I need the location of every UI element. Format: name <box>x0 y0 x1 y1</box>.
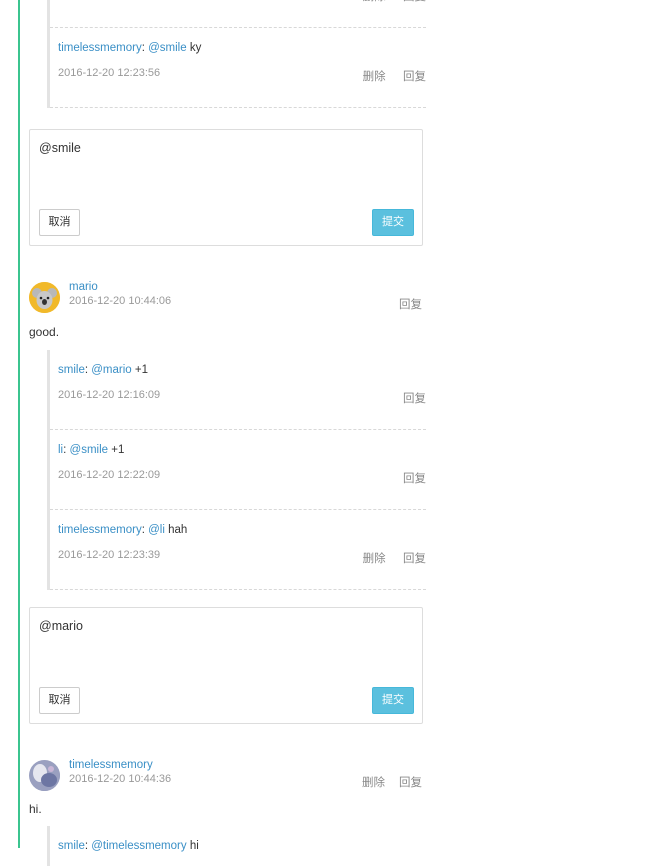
reply-item: timelessmemory: @smile ky 2016-12-20 12:… <box>50 28 426 108</box>
reply-item: smile: @timelessmemory hi <box>58 840 199 852</box>
reply-list: smile: @mario +1 2016-12-20 12:16:09 回复 … <box>47 350 426 590</box>
reply-mention[interactable]: @smile <box>148 42 187 54</box>
reply-list: smile: @timelessmemory hi <box>47 826 426 866</box>
reply-form: @smile 取消 提交 <box>29 129 423 246</box>
reply-time: 2016-12-20 12:16:09 <box>58 389 161 401</box>
delete-button[interactable]: 删除 <box>363 71 386 83</box>
submit-button[interactable]: 提交 <box>372 687 414 714</box>
reply-text: +1 <box>134 364 148 376</box>
delete-button[interactable]: 删除 <box>363 0 386 3</box>
reply-form: @mario 取消 提交 <box>29 607 423 724</box>
delete-button[interactable]: 删除 <box>362 774 385 790</box>
reply-author[interactable]: timelessmemory <box>58 42 142 54</box>
reply-time: 2016-12-20 12:23:39 <box>58 549 161 561</box>
reply-button[interactable]: 回复 <box>399 774 422 790</box>
reply-item: 删除 回复 <box>50 0 426 28</box>
reply-button[interactable]: 回复 <box>399 296 422 312</box>
reply-text: hah <box>168 524 188 536</box>
avatar[interactable] <box>29 282 60 313</box>
reply-button[interactable]: 回复 <box>403 0 426 3</box>
submit-button[interactable]: 提交 <box>372 209 414 236</box>
reply-list: 删除 回复 timelessmemory: @smile ky 2016-12-… <box>47 0 426 108</box>
reply-button[interactable]: 回复 <box>403 473 426 485</box>
koala-avatar-icon <box>29 282 60 313</box>
reply-text: +1 <box>111 444 125 456</box>
reply-button[interactable]: 回复 <box>403 553 426 565</box>
reply-time: 2016-12-20 12:22:09 <box>58 469 161 481</box>
reply-button[interactable]: 回复 <box>403 393 426 405</box>
reply-textarea[interactable]: @smile <box>39 141 81 155</box>
reply-text: ky <box>189 42 202 54</box>
reply-mention[interactable]: @smile <box>70 444 109 456</box>
reply-mention[interactable]: @timelessmemory <box>91 840 186 852</box>
reply-item: timelessmemory: @li hah 2016-12-20 12:23… <box>50 510 426 590</box>
delete-button[interactable]: 删除 <box>363 553 386 565</box>
reply-mention[interactable]: @mario <box>91 364 131 376</box>
photo-avatar-icon <box>29 760 60 791</box>
reply-textarea[interactable]: @mario <box>39 619 83 633</box>
reply-author[interactable]: smile <box>58 840 85 852</box>
reply-text: hi <box>189 840 199 852</box>
reply-mention[interactable]: @li <box>148 524 165 536</box>
comment-author[interactable]: timelessmemory <box>69 759 153 771</box>
reply-button[interactable]: 回复 <box>403 71 426 83</box>
reply-item: li: @smile +1 2016-12-20 12:22:09 回复 <box>50 430 426 510</box>
comment-author[interactable]: mario <box>69 281 98 293</box>
timeline-rule <box>18 0 20 848</box>
comment-body: hi. <box>29 802 42 816</box>
reply-time: 2016-12-20 12:23:56 <box>58 67 161 79</box>
avatar[interactable] <box>29 760 60 791</box>
comment-body: good. <box>29 325 60 339</box>
reply-author[interactable]: timelessmemory <box>58 524 142 536</box>
cancel-button[interactable]: 取消 <box>39 687 80 714</box>
comment-time: 2016-12-20 10:44:06 <box>69 295 172 307</box>
reply-item: smile: @mario +1 2016-12-20 12:16:09 回复 <box>50 350 426 430</box>
cancel-button[interactable]: 取消 <box>39 209 80 236</box>
reply-author[interactable]: smile <box>58 364 85 376</box>
comment-time: 2016-12-20 10:44:36 <box>69 773 172 785</box>
